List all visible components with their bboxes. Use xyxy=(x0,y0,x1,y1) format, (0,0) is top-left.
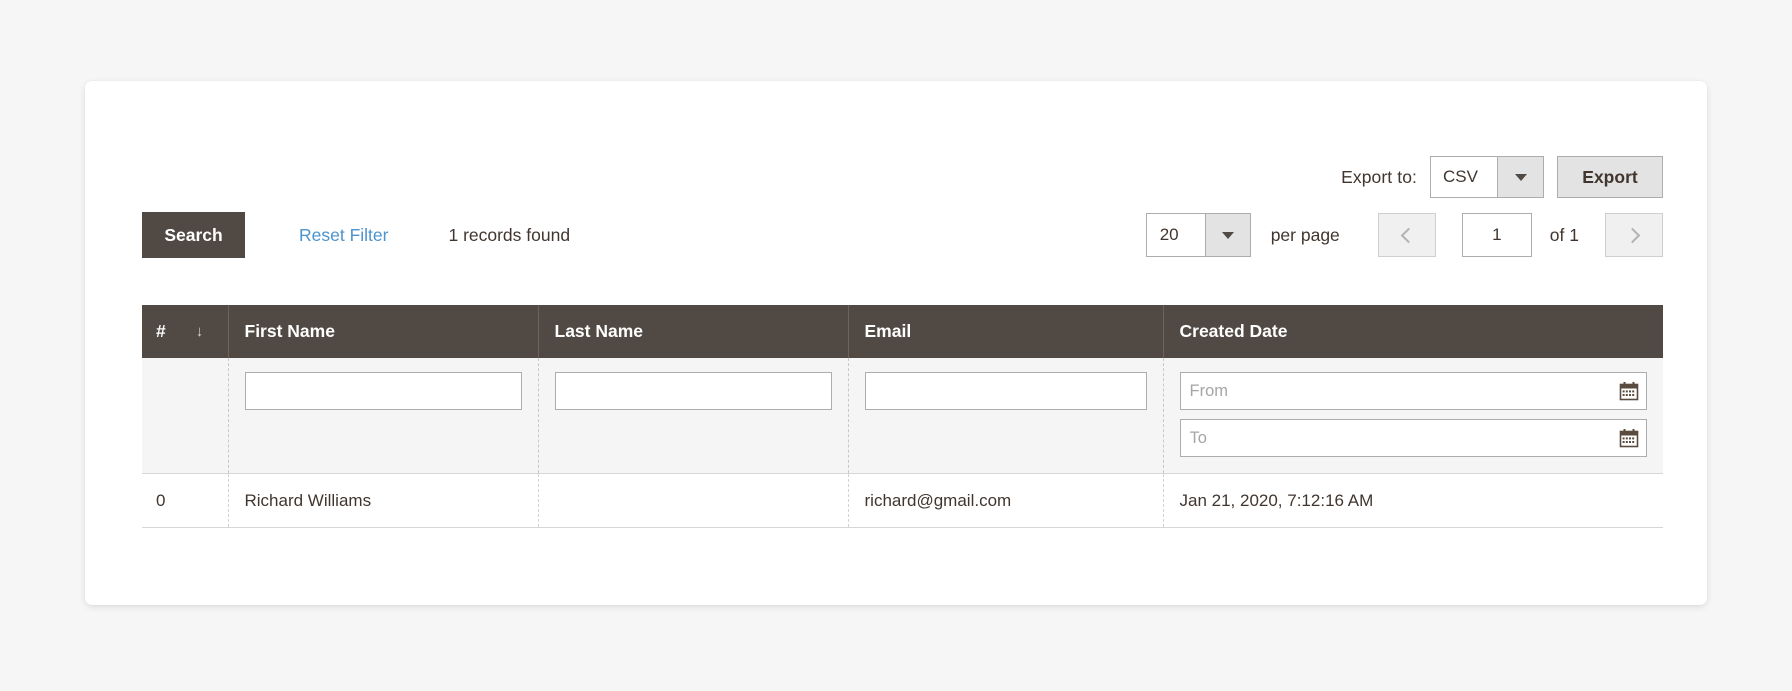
page-root: Export to: CSV Export Search Reset Filte… xyxy=(0,0,1792,691)
column-header-index[interactable]: # ↓ xyxy=(142,305,229,358)
records-found-text: 1 records found xyxy=(448,224,571,245)
filter-cell-created-date xyxy=(1163,358,1663,474)
filter-cell-first-name xyxy=(228,358,539,474)
search-button[interactable]: Search xyxy=(142,212,245,258)
per-page-value: 20 xyxy=(1159,225,1179,244)
records-table: # ↓ First Name Last Name Email Created D… xyxy=(142,305,1663,528)
filter-cell-email xyxy=(848,358,1164,474)
per-page-select[interactable]: 20 xyxy=(1145,213,1251,257)
calendar-icon[interactable] xyxy=(1619,381,1639,401)
table-header-row: # ↓ First Name Last Name Email Created D… xyxy=(142,305,1663,358)
next-page-button[interactable] xyxy=(1605,213,1663,257)
export-format-select[interactable]: CSV xyxy=(1430,156,1544,198)
reset-filter-link[interactable]: Reset Filter xyxy=(299,225,388,246)
column-header-index-label: # xyxy=(156,321,166,341)
chevron-down-icon[interactable] xyxy=(1204,214,1250,256)
table-filter-row xyxy=(142,358,1663,474)
column-header-email[interactable]: Email xyxy=(848,305,1164,358)
pagination-controls: 20 per page of 1 xyxy=(1145,213,1663,257)
column-header-first-name[interactable]: First Name xyxy=(228,305,539,358)
filter-date-from-input[interactable] xyxy=(1179,372,1647,410)
export-to-label: Export to: xyxy=(1341,166,1417,187)
filter-first-name-input[interactable] xyxy=(244,372,522,410)
filter-email-input[interactable] xyxy=(864,372,1147,410)
chevron-left-icon xyxy=(1401,227,1417,243)
caret-down-shape xyxy=(1514,173,1527,181)
filter-date-to-wrap xyxy=(1179,419,1647,457)
cell-email: richard@gmail.com xyxy=(848,473,1164,528)
filter-date-to-input[interactable] xyxy=(1179,419,1647,457)
table-row[interactable]: 0 Richard Williams richard@gmail.com Jan… xyxy=(142,473,1663,528)
export-toolbar: Export to: CSV Export xyxy=(1341,156,1663,198)
previous-page-button[interactable] xyxy=(1377,213,1436,257)
grid-card: Export to: CSV Export Search Reset Filte… xyxy=(85,81,1707,605)
chevron-down-icon[interactable] xyxy=(1497,157,1543,197)
cell-last-name xyxy=(538,473,849,528)
column-header-created-date[interactable]: Created Date xyxy=(1163,305,1663,358)
caret-down-shape xyxy=(1221,231,1234,239)
filter-cell-last-name xyxy=(538,358,849,474)
filter-cell-index xyxy=(142,358,229,474)
cell-created-date: Jan 21, 2020, 7:12:16 AM xyxy=(1163,473,1663,528)
filter-date-from-wrap xyxy=(1179,372,1647,410)
total-pages-label: of 1 xyxy=(1549,224,1579,245)
cell-index: 0 xyxy=(142,473,229,528)
export-format-value: CSV xyxy=(1431,157,1497,197)
export-button[interactable]: Export xyxy=(1557,156,1663,198)
sort-descending-icon: ↓ xyxy=(195,323,204,340)
filter-last-name-input[interactable] xyxy=(554,372,832,410)
column-header-last-name[interactable]: Last Name xyxy=(538,305,849,358)
per-page-label: per page xyxy=(1270,224,1340,245)
search-toolbar: Search Reset Filter 1 records found 20 p… xyxy=(142,212,1663,258)
page-number-input[interactable] xyxy=(1461,213,1532,257)
calendar-icon[interactable] xyxy=(1619,428,1639,448)
cell-first-name: Richard Williams xyxy=(228,473,539,528)
chevron-right-icon xyxy=(1624,227,1640,243)
